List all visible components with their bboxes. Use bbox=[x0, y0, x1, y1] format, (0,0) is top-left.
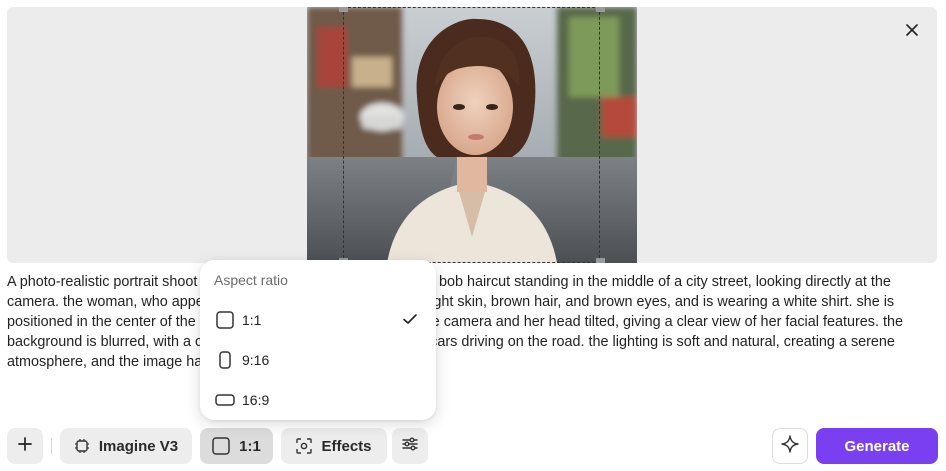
add-button[interactable] bbox=[7, 428, 43, 464]
image-preview-panel bbox=[7, 7, 937, 263]
effects-icon bbox=[296, 438, 313, 454]
aspect-ratio-menu: Aspect ratio 1:1 9:16 16:9 bbox=[200, 260, 436, 420]
aspect-option-1-1[interactable]: 1:1 bbox=[214, 306, 424, 334]
settings-button[interactable] bbox=[392, 428, 428, 464]
square-ratio-icon bbox=[214, 311, 236, 329]
prompt-text[interactable]: A photo-realistic portrait shoot of a yo… bbox=[7, 272, 939, 372]
portrait-ratio-icon bbox=[214, 351, 236, 369]
aspect-ratio-menu-title: Aspect ratio bbox=[214, 272, 288, 288]
effects-button[interactable]: Effects bbox=[281, 428, 387, 464]
sparkle-icon bbox=[781, 434, 799, 458]
aspect-option-label: 9:16 bbox=[242, 352, 270, 368]
checkmark-icon bbox=[402, 311, 418, 330]
aspect-ratio-label: 1:1 bbox=[239, 437, 261, 455]
model-select-button[interactable]: Imagine V3 bbox=[60, 428, 192, 464]
plus-icon bbox=[18, 437, 32, 455]
crop-frame[interactable] bbox=[343, 7, 600, 263]
aspect-ratio-button[interactable]: 1:1 bbox=[200, 428, 273, 464]
model-label: Imagine V3 bbox=[98, 437, 179, 455]
close-icon bbox=[906, 23, 918, 41]
effects-label: Effects bbox=[321, 437, 372, 455]
aspect-option-label: 1:1 bbox=[242, 312, 262, 328]
sliders-icon bbox=[402, 436, 418, 456]
crop-handle-top-right[interactable] bbox=[596, 7, 605, 12]
aspect-option-16-9[interactable]: 16:9 bbox=[214, 386, 424, 414]
close-button[interactable] bbox=[901, 21, 923, 43]
aspect-option-9-16[interactable]: 9:16 bbox=[214, 346, 424, 374]
toolbar-divider bbox=[51, 438, 52, 454]
aspect-option-label: 16:9 bbox=[242, 392, 270, 408]
crop-handle-bottom-right[interactable] bbox=[596, 258, 605, 263]
square-ratio-icon bbox=[212, 437, 230, 455]
crop-handle-top-left[interactable] bbox=[339, 7, 348, 12]
generate-button[interactable]: Generate bbox=[816, 428, 938, 464]
enhance-prompt-button[interactable] bbox=[772, 428, 808, 464]
bottom-toolbar: Imagine V3 1:1 Effects Generate bbox=[0, 428, 946, 464]
landscape-ratio-icon bbox=[214, 394, 236, 406]
chip-icon bbox=[74, 438, 90, 454]
